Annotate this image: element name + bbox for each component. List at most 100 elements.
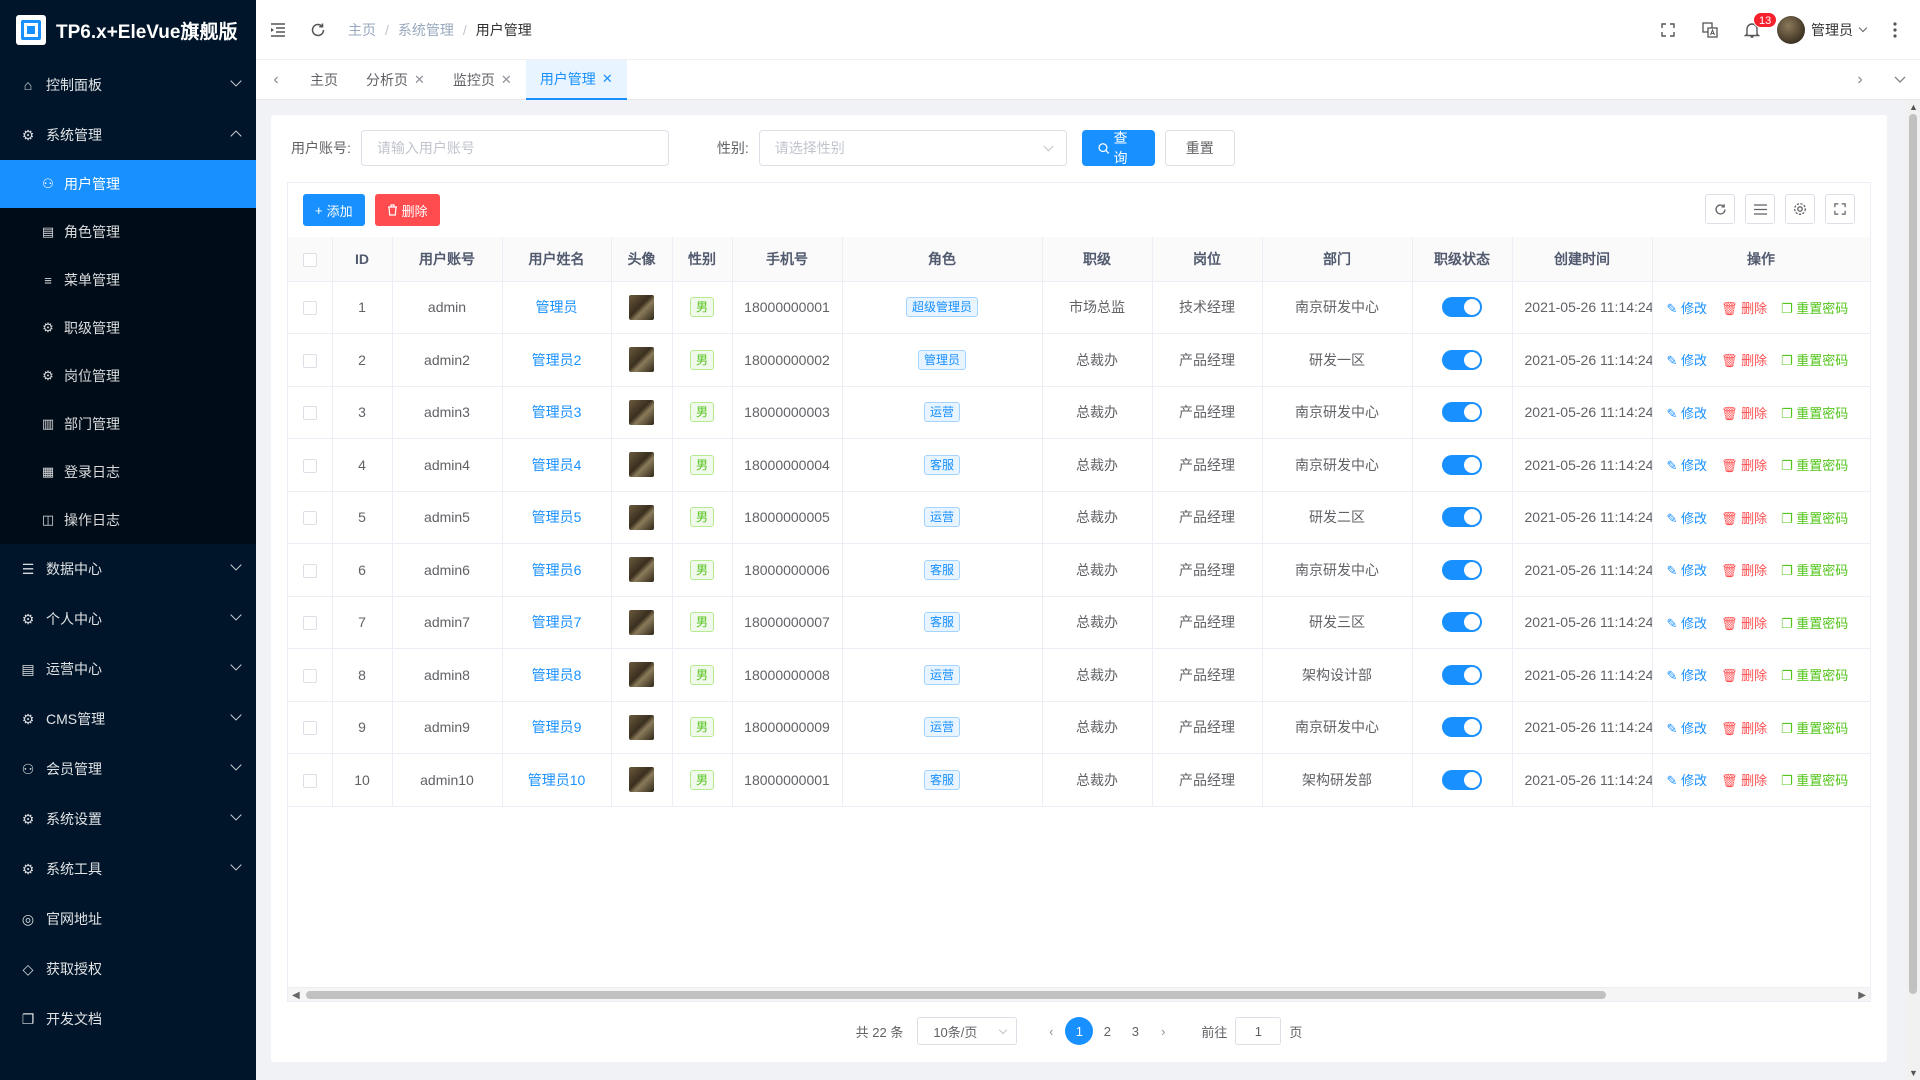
status-switch[interactable]	[1442, 507, 1482, 528]
tabs-scroll-right-button[interactable]: ›	[1840, 60, 1880, 100]
tab-0[interactable]: 主页	[296, 60, 352, 100]
tab-1[interactable]: 分析页 ✕	[352, 60, 439, 100]
reset-password-button[interactable]: ❐ 重置密码	[1781, 773, 1848, 788]
language-button[interactable]	[1689, 0, 1731, 60]
sidebar-item-1[interactable]: ⚙ 系统管理	[0, 110, 256, 160]
row-checkbox[interactable]	[288, 543, 333, 597]
sidebar-item-10[interactable]: ◇ 获取授权	[0, 944, 256, 994]
row-checkbox[interactable]	[288, 701, 333, 754]
delete-button[interactable]: 🗑 删除	[1721, 563, 1767, 578]
status-switch[interactable]	[1442, 297, 1482, 318]
row-checkbox[interactable]	[288, 333, 333, 387]
delete-button[interactable]: 🗑 删除	[1721, 511, 1767, 526]
status-switch[interactable]	[1442, 717, 1482, 738]
row-checkbox[interactable]	[288, 648, 333, 702]
table-refresh-button[interactable]	[1705, 194, 1735, 224]
sidebar-item-0[interactable]: ⌂ 控制面板	[0, 60, 256, 110]
tabs-menu-button[interactable]	[1880, 60, 1920, 100]
row-checkbox[interactable]	[288, 596, 333, 649]
edit-button[interactable]: ✎ 修改	[1667, 563, 1708, 578]
breadcrumb-item-system[interactable]: 系统管理	[398, 20, 454, 40]
sidebar-subitem-2[interactable]: ≡ 菜单管理	[0, 256, 256, 304]
edit-button[interactable]: ✎ 修改	[1667, 353, 1708, 368]
status-switch[interactable]	[1442, 402, 1482, 423]
page-number[interactable]: 1	[1065, 1017, 1094, 1045]
app-logo[interactable]: TP6.x+EleVue旗舰版	[0, 0, 256, 60]
edit-button[interactable]: ✎ 修改	[1667, 511, 1708, 526]
table-columns-button[interactable]	[1785, 194, 1815, 224]
row-checkbox[interactable]	[288, 753, 333, 807]
cell-name[interactable]: 管理员10	[502, 753, 612, 807]
sidebar-subitem-5[interactable]: ▥ 部门管理	[0, 400, 256, 448]
status-switch[interactable]	[1442, 769, 1482, 790]
sidebar-item-7[interactable]: ⚙ 系统设置	[0, 794, 256, 844]
sidebar-subitem-6[interactable]: ▦ 登录日志	[0, 448, 256, 496]
user-menu[interactable]: 管理员	[1777, 16, 1868, 44]
delete-button[interactable]: 🗑 删除	[1721, 458, 1767, 473]
page-size-select[interactable]: 10条/页	[917, 1017, 1018, 1045]
sidebar-subitem-7[interactable]: ◫ 操作日志	[0, 496, 256, 544]
edit-button[interactable]: ✎ 修改	[1667, 616, 1708, 631]
status-switch[interactable]	[1442, 664, 1482, 685]
cell-name[interactable]: 管理员6	[502, 543, 612, 597]
horizontal-scrollbar[interactable]: ◀ ▶	[288, 987, 1870, 1001]
page-scrollbar-thumb[interactable]	[1909, 114, 1917, 994]
cell-name[interactable]: 管理员	[502, 281, 612, 334]
sidebar-item-5[interactable]: ⚙ CMS管理	[0, 694, 256, 744]
cell-name[interactable]: 管理员8	[502, 648, 612, 702]
delete-button[interactable]: 🗑 删除	[1721, 353, 1767, 368]
prev-page-button[interactable]: ‹	[1037, 1024, 1065, 1039]
cell-name[interactable]: 管理员7	[502, 596, 612, 649]
sidebar-item-11[interactable]: ❐ 开发文档	[0, 994, 256, 1044]
edit-button[interactable]: ✎ 修改	[1667, 301, 1708, 316]
row-checkbox[interactable]	[288, 281, 333, 334]
row-checkbox[interactable]	[288, 491, 333, 544]
reset-password-button[interactable]: ❐ 重置密码	[1781, 406, 1848, 421]
table-density-button[interactable]	[1745, 194, 1775, 224]
edit-button[interactable]: ✎ 修改	[1667, 773, 1708, 788]
tab-2[interactable]: 监控页 ✕	[439, 60, 526, 100]
cell-name[interactable]: 管理员5	[502, 491, 612, 544]
reset-password-button[interactable]: ❐ 重置密码	[1781, 511, 1848, 526]
delete-button[interactable]: 🗑 删除	[1721, 773, 1767, 788]
sidebar-subitem-1[interactable]: ▤ 角色管理	[0, 208, 256, 256]
sidebar-item-9[interactable]: ◎ 官网地址	[0, 894, 256, 944]
tab-3[interactable]: 用户管理 ✕	[525, 59, 627, 100]
status-switch[interactable]	[1442, 349, 1482, 370]
account-input[interactable]: 请输入用户账号	[360, 130, 669, 166]
notification-button[interactable]: 13	[1731, 0, 1778, 60]
sidebar-item-2[interactable]: ☰ 数据中心	[0, 544, 256, 594]
status-switch[interactable]	[1442, 559, 1482, 580]
select-all-checkbox[interactable]	[288, 237, 333, 282]
edit-button[interactable]: ✎ 修改	[1667, 406, 1708, 421]
sidebar-item-8[interactable]: ⚙ 系统工具	[0, 844, 256, 894]
delete-button[interactable]: 🗑 删除	[1721, 721, 1767, 736]
more-button[interactable]	[1880, 0, 1910, 60]
page-number[interactable]: 2	[1093, 1017, 1121, 1045]
cell-name[interactable]: 管理员3	[502, 386, 612, 439]
page-number[interactable]: 3	[1121, 1017, 1149, 1045]
fullscreen-button[interactable]	[1647, 0, 1689, 60]
next-page-button[interactable]: ›	[1149, 1024, 1177, 1039]
reset-button[interactable]: 重置	[1164, 130, 1235, 166]
delete-button[interactable]: 🗑 删除	[1721, 301, 1767, 316]
sidebar-item-4[interactable]: ▤ 运营中心	[0, 644, 256, 694]
reset-password-button[interactable]: ❐ 重置密码	[1781, 301, 1848, 316]
cell-name[interactable]: 管理员9	[502, 701, 612, 754]
row-checkbox[interactable]	[288, 438, 333, 492]
reset-password-button[interactable]: ❐ 重置密码	[1781, 668, 1848, 683]
sidebar-item-6[interactable]: ⚇ 会员管理	[0, 744, 256, 794]
close-icon[interactable]: ✕	[414, 72, 425, 88]
cell-name[interactable]: 管理员2	[502, 333, 612, 387]
add-user-button[interactable]: + 添加	[303, 194, 365, 226]
edit-button[interactable]: ✎ 修改	[1667, 668, 1708, 683]
page-vertical-scrollbar[interactable]: ▲ ▼	[1906, 100, 1920, 1080]
row-checkbox[interactable]	[288, 386, 333, 439]
status-switch[interactable]	[1442, 454, 1482, 475]
status-switch[interactable]	[1442, 612, 1482, 633]
batch-delete-button[interactable]: 删除	[374, 194, 440, 226]
close-icon[interactable]: ✕	[602, 71, 613, 87]
collapse-menu-button[interactable]	[258, 0, 298, 60]
reset-password-button[interactable]: ❐ 重置密码	[1781, 353, 1848, 368]
sidebar-subitem-4[interactable]: ⚙ 岗位管理	[0, 352, 256, 400]
